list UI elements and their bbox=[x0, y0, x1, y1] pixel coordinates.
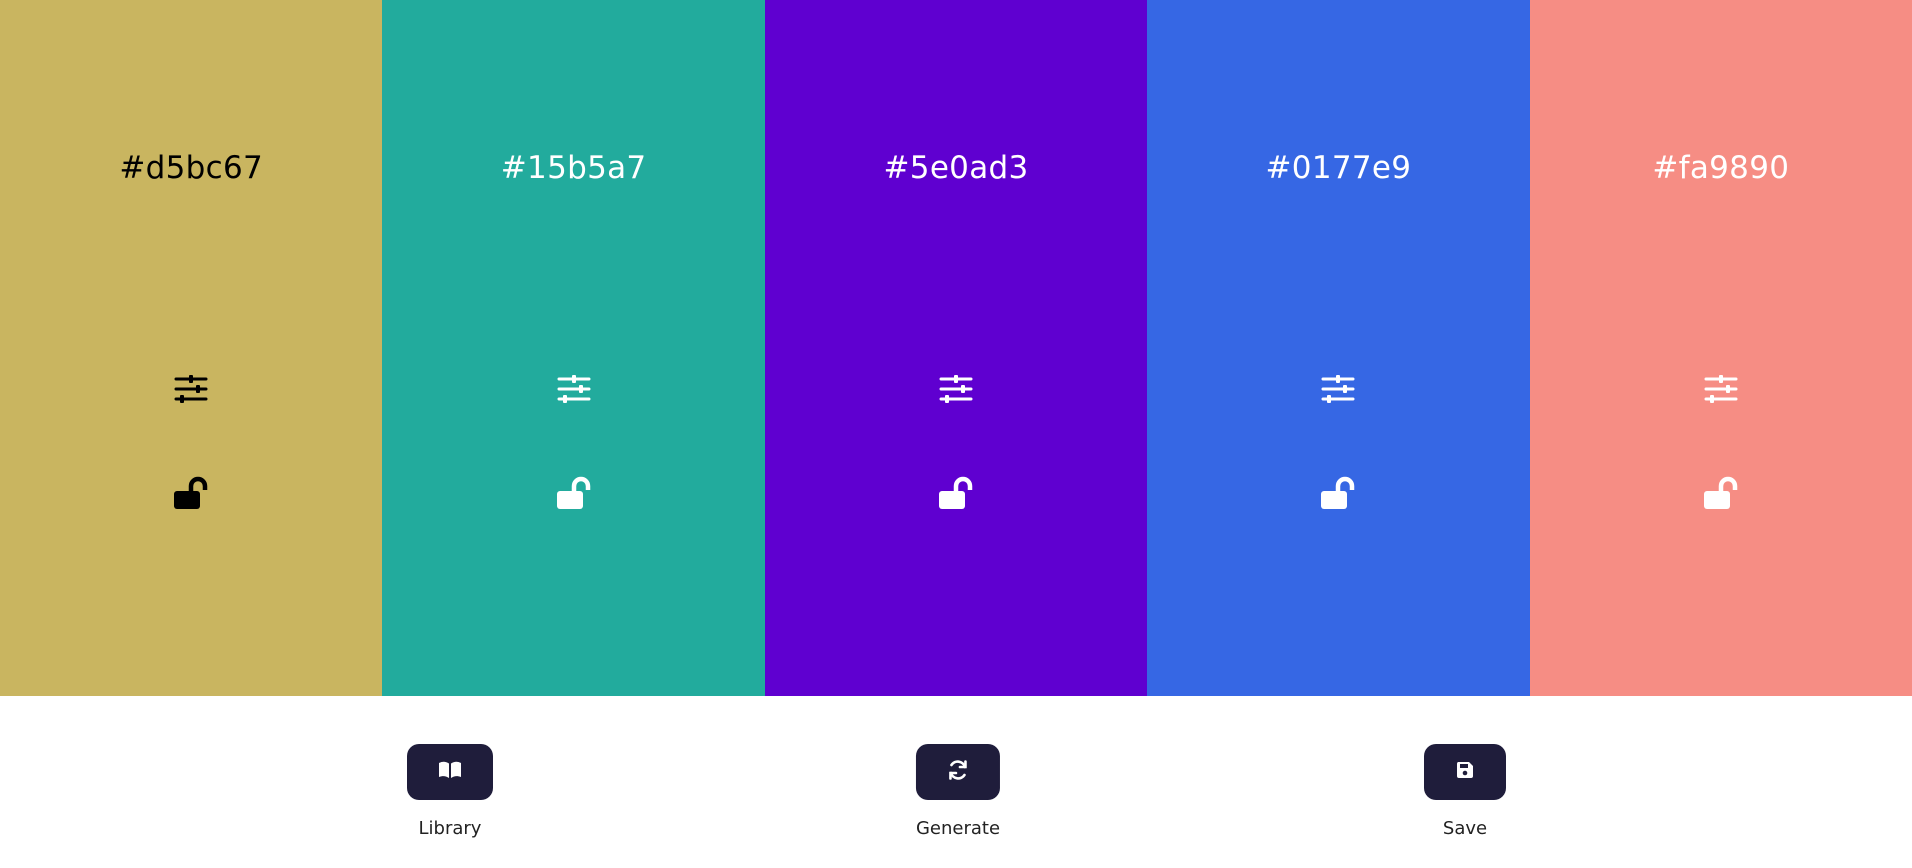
sliders-icon[interactable] bbox=[174, 372, 208, 406]
color-palette: #d5bc67 #15b5a7 #5e0ad3 #0177e9 #fa9890 bbox=[0, 0, 1912, 696]
sliders-icon[interactable] bbox=[1704, 372, 1738, 406]
floppy-disk-icon bbox=[1456, 761, 1474, 783]
color-column-1: #d5bc67 bbox=[0, 0, 383, 696]
unlock-icon[interactable] bbox=[1318, 474, 1358, 512]
color-column-4: #0177e9 bbox=[1147, 0, 1530, 696]
color-column-5: #fa9890 bbox=[1529, 0, 1912, 696]
library-label: Library bbox=[418, 818, 482, 839]
book-open-icon bbox=[438, 760, 462, 784]
hex-code[interactable]: #0177e9 bbox=[1147, 150, 1529, 186]
generate-label: Generate bbox=[915, 818, 1001, 839]
hex-code[interactable]: #d5bc67 bbox=[0, 150, 382, 186]
library-tool: Library bbox=[407, 744, 493, 839]
unlock-icon[interactable] bbox=[936, 474, 976, 512]
generate-button[interactable] bbox=[915, 744, 1000, 800]
sliders-icon[interactable] bbox=[1321, 372, 1355, 406]
save-button[interactable] bbox=[1424, 744, 1506, 800]
generate-tool: Generate bbox=[916, 744, 1000, 839]
save-tool: Save bbox=[1424, 744, 1506, 839]
save-label: Save bbox=[1442, 818, 1488, 839]
unlock-icon[interactable] bbox=[1701, 474, 1741, 512]
bottom-toolbar: Library Generate Save bbox=[0, 696, 1912, 868]
refresh-icon bbox=[947, 759, 969, 785]
color-column-3: #5e0ad3 bbox=[764, 0, 1148, 696]
hex-code[interactable]: #5e0ad3 bbox=[765, 150, 1147, 186]
sliders-icon[interactable] bbox=[939, 372, 973, 406]
unlock-icon[interactable] bbox=[554, 474, 594, 512]
sliders-icon[interactable] bbox=[557, 372, 591, 406]
unlock-icon[interactable] bbox=[171, 474, 211, 512]
library-button[interactable] bbox=[407, 744, 493, 800]
color-column-2: #15b5a7 bbox=[382, 0, 765, 696]
hex-code[interactable]: #15b5a7 bbox=[382, 150, 764, 186]
hex-code[interactable]: #fa9890 bbox=[1530, 150, 1912, 186]
